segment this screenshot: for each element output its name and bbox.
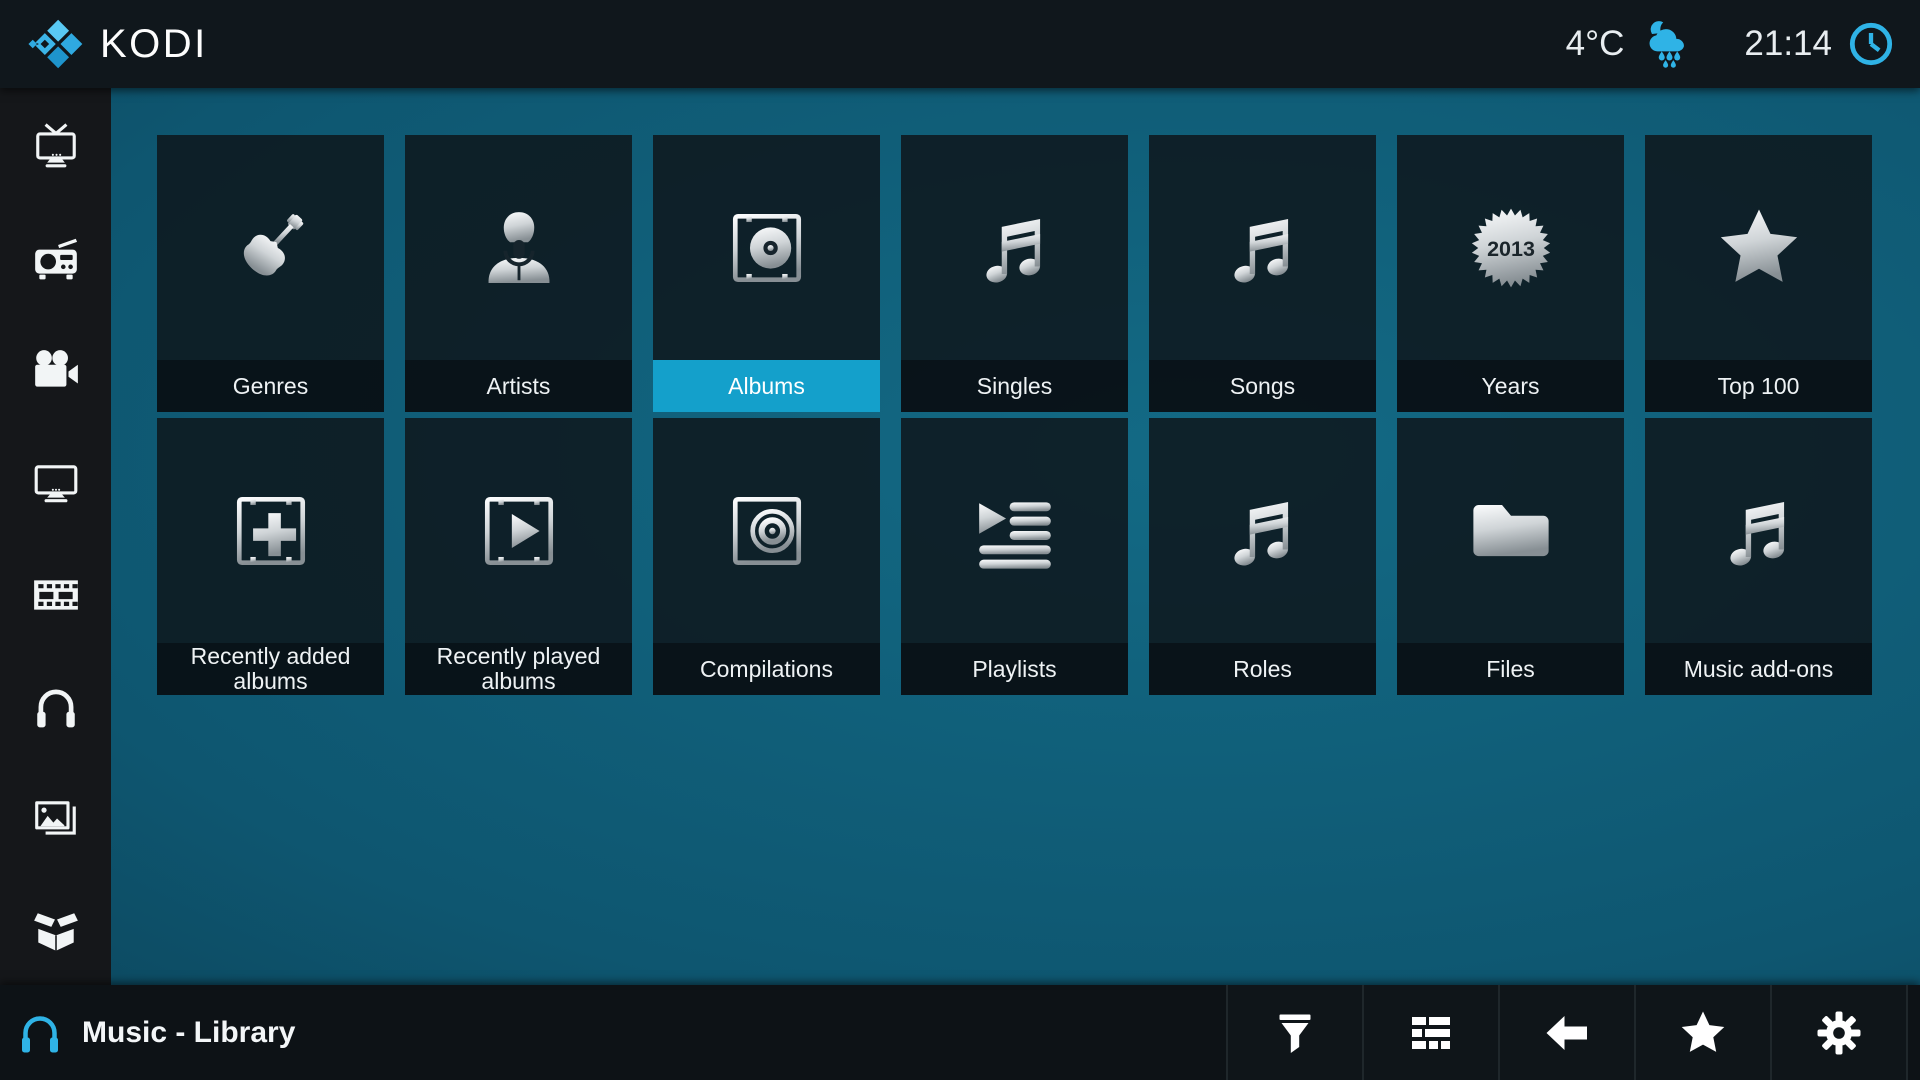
sidebar-item-tv-shows[interactable] [31, 458, 81, 508]
tile-label: Recently added albums [157, 643, 384, 695]
note-icon [1149, 418, 1376, 643]
monitor-icon [31, 458, 81, 508]
tile-music-add-ons[interactable]: Music add-ons [1645, 418, 1872, 695]
tile-songs[interactable]: Songs [1149, 135, 1376, 412]
footer-actions [1226, 985, 1908, 1080]
note-icon [1149, 135, 1376, 360]
sidebar-item-pictures[interactable] [31, 794, 81, 844]
headphones-icon [31, 682, 81, 732]
sidebar-item-live-tv[interactable] [31, 122, 81, 172]
tile-label: Recently played albums [405, 643, 632, 695]
tile-playlists[interactable]: Playlists [901, 418, 1128, 695]
app-name: KODI [100, 22, 208, 67]
sidebar-item-movies[interactable] [31, 346, 81, 396]
guitar-icon [157, 135, 384, 360]
tile-label: Playlists [901, 643, 1128, 695]
tile-years[interactable]: 2013 Years [1397, 135, 1624, 412]
tile-compilations[interactable]: Compilations [653, 418, 880, 695]
tile-recently-added-albums[interactable]: Recently added albums [157, 418, 384, 695]
pictures-icon [31, 794, 81, 844]
tile-top-100[interactable]: Top 100 [1645, 135, 1872, 412]
tile-recently-played-albums[interactable]: Recently played albums [405, 418, 632, 695]
tile-label: Roles [1149, 643, 1376, 695]
years-icon: 2013 [1397, 135, 1624, 360]
svg-text:2013: 2013 [1487, 237, 1535, 261]
kodi-screen: KODI 4°C 21:14 Genres Artists Albums Single… [0, 0, 1920, 1080]
bottom-bar: Music - Library [0, 985, 1920, 1080]
sidebar [0, 88, 111, 985]
settings-button[interactable] [1770, 985, 1908, 1080]
temperature-label: 4°C [1566, 24, 1625, 64]
tile-label: Albums [653, 360, 880, 412]
tv-icon [31, 122, 81, 172]
back-button[interactable] [1498, 985, 1634, 1080]
favorites-button[interactable] [1634, 985, 1770, 1080]
radio-icon [31, 234, 81, 284]
case-play-icon [405, 418, 632, 643]
tile-label: Music add-ons [1645, 643, 1872, 695]
view-list-icon [1407, 1009, 1455, 1057]
artist-icon [405, 135, 632, 360]
tile-label: Artists [405, 360, 632, 412]
album-icon [653, 135, 880, 360]
weather-rain-icon [1640, 19, 1698, 69]
tile-label: Years [1397, 360, 1624, 412]
tile-label: Compilations [653, 643, 880, 695]
sidebar-item-videos[interactable] [31, 570, 81, 620]
tile-label: Top 100 [1645, 360, 1872, 412]
view-options-button[interactable] [1362, 985, 1498, 1080]
headphones-icon [16, 1009, 64, 1057]
tile-label: Genres [157, 360, 384, 412]
filter-button[interactable] [1226, 985, 1362, 1080]
playlists-icon [901, 418, 1128, 643]
page-title: Music - Library [82, 1016, 295, 1050]
top-bar: KODI 4°C 21:14 [0, 0, 1920, 88]
compilation-icon [653, 418, 880, 643]
tile-roles[interactable]: Roles [1149, 418, 1376, 695]
note-icon [1645, 418, 1872, 643]
kodi-logo-icon [26, 19, 84, 69]
star-icon [1645, 135, 1872, 360]
arrow-left-icon [1543, 1009, 1591, 1057]
note-icon [901, 135, 1128, 360]
clock-icon [1848, 21, 1894, 67]
addon-box-icon [31, 906, 81, 956]
case-plus-icon [157, 418, 384, 643]
tile-genres[interactable]: Genres [157, 135, 384, 412]
funnel-icon [1271, 1009, 1319, 1057]
gear-icon [1815, 1009, 1863, 1057]
movie-camera-icon [31, 346, 81, 396]
tile-files[interactable]: Files [1397, 418, 1624, 695]
sidebar-item-music[interactable] [31, 682, 81, 732]
tile-artists[interactable]: Artists [405, 135, 632, 412]
tile-albums[interactable]: Albums [653, 135, 880, 412]
star-icon [1679, 1009, 1727, 1057]
folder-icon [1397, 418, 1624, 643]
tile-singles[interactable]: Singles [901, 135, 1128, 412]
tile-label: Singles [901, 360, 1128, 412]
sidebar-item-radio[interactable] [31, 234, 81, 284]
clock-time-label: 21:14 [1744, 24, 1832, 64]
tile-label: Songs [1149, 360, 1376, 412]
brand: KODI [26, 19, 208, 69]
tile-label: Files [1397, 643, 1624, 695]
status-area: 4°C 21:14 [1566, 19, 1894, 69]
sidebar-item-add-ons[interactable] [31, 906, 81, 956]
content-grid: Genres Artists Albums Singles Songs 2013 Years… [157, 135, 1872, 695]
film-strip-icon [31, 570, 81, 620]
